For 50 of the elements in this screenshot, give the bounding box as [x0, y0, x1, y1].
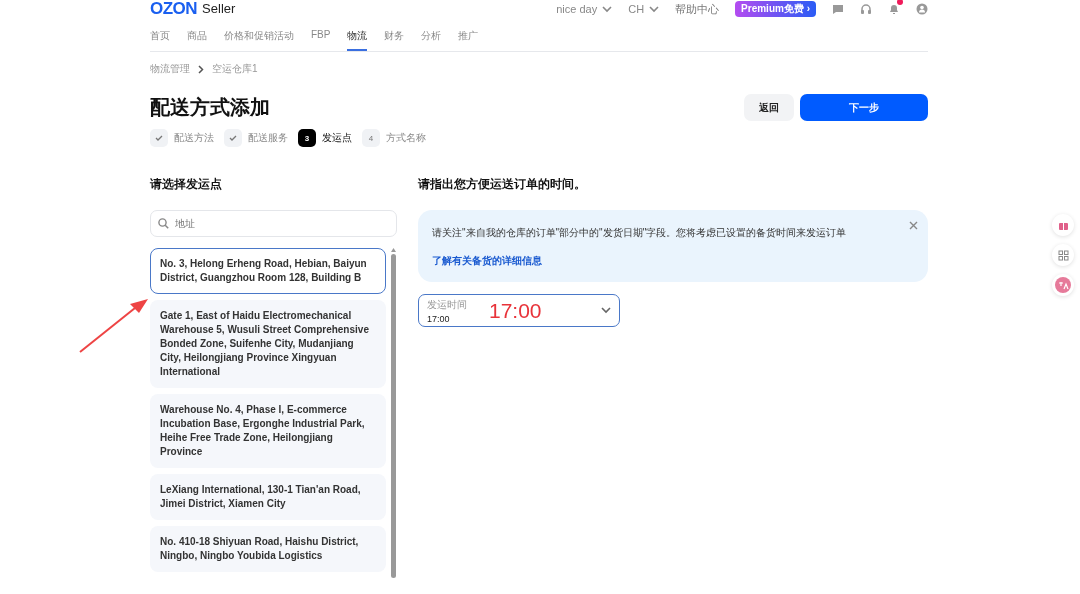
- step-label: 方式名称: [386, 131, 426, 145]
- headset-icon[interactable]: [860, 3, 872, 15]
- ozon-logo[interactable]: OZON: [150, 2, 198, 16]
- translate-icon[interactable]: [1055, 277, 1071, 293]
- nav-tab[interactable]: 物流: [347, 27, 368, 51]
- annotation-arrow: [78, 298, 150, 354]
- address-option[interactable]: Warehouse No. 4, Phase I, E-commerce Incubation Base, Ergonghe Industrial Park, Heihe Free Trade Zone, Heilongjiang Province: [150, 394, 386, 468]
- ship-time-select[interactable]: 发运时间 17:00 17:00: [418, 294, 620, 327]
- close-icon[interactable]: [909, 221, 918, 230]
- step-number: 3: [298, 129, 316, 147]
- nav-tab[interactable]: 分析: [421, 27, 442, 51]
- nav-tab[interactable]: FBP: [311, 27, 331, 51]
- annotation-text: 17:00: [489, 298, 543, 323]
- next-button[interactable]: 下一步: [800, 94, 928, 121]
- breadcrumb-item[interactable]: 物流管理: [150, 62, 190, 76]
- chevron-down-icon: [649, 5, 660, 13]
- scroll-up-icon[interactable]: [390, 248, 396, 252]
- nav-tab[interactable]: 财务: [384, 27, 405, 51]
- breadcrumb-item: 空运仓库1: [212, 62, 258, 76]
- user-icon[interactable]: [916, 3, 928, 15]
- apps-grid-icon[interactable]: [1057, 249, 1069, 261]
- nav-tab[interactable]: 推广: [458, 27, 479, 51]
- nav-tab[interactable]: 商品: [187, 27, 207, 51]
- notice-text: 请关注"来自我的仓库的订单"部分中的"发货日期"字段。您将考虑已设置的备货时间来发运订单: [432, 226, 848, 240]
- language-dropdown[interactable]: CH: [628, 3, 660, 15]
- step-number: 4: [362, 129, 380, 147]
- section-heading: 请选择发运点: [150, 177, 223, 192]
- step-label: 配送方法: [174, 131, 214, 145]
- nav-tab[interactable]: 价格和促销活动: [224, 27, 294, 51]
- account-dropdown[interactable]: nice day: [556, 3, 613, 15]
- bell-icon[interactable]: [888, 3, 900, 15]
- nav-tab[interactable]: 首页: [150, 27, 170, 51]
- address-option[interactable]: Gate 1, East of Haidu Electromechanical Warehouse 5, Wusuli Street Comprehensive Bonded Zone, Suifenhe City, Mudanjiang City, Heilongjiang Province Xingyuan International: [150, 300, 386, 388]
- details-link[interactable]: 了解有关备货的详细信息: [432, 254, 914, 268]
- chevron-down-icon: [602, 5, 613, 13]
- address-search-field[interactable]: 地址: [150, 210, 397, 237]
- page-title: 配送方式添加: [150, 95, 271, 120]
- chevron-down-icon: [601, 307, 611, 314]
- chevron-right-icon: [198, 64, 204, 74]
- address-option[interactable]: LeXiang International, 130-1 Tian'an Road, Jimei District, Xiamen City: [150, 474, 386, 520]
- section-heading: 请指出您方便运送订单的时间。: [418, 177, 587, 192]
- address-option[interactable]: No. 3, Helong Erheng Road, Hebian, Baiyun District, Guangzhou Room 128, Building B: [150, 248, 386, 294]
- premium-button[interactable]: Premium免费 ›: [735, 1, 816, 17]
- help-link[interactable]: 帮助中心: [675, 1, 720, 17]
- step-label: 配送服务: [248, 131, 288, 145]
- chat-icon[interactable]: [832, 3, 844, 15]
- address-option[interactable]: No. 410-18 Shiyuan Road, Haishu District, Ningbo, Ningbo Youbida Logistics: [150, 526, 386, 572]
- step-label: 发运点: [322, 131, 352, 145]
- logo-subtitle: Seller: [202, 2, 236, 16]
- back-button[interactable]: 返回: [744, 94, 794, 121]
